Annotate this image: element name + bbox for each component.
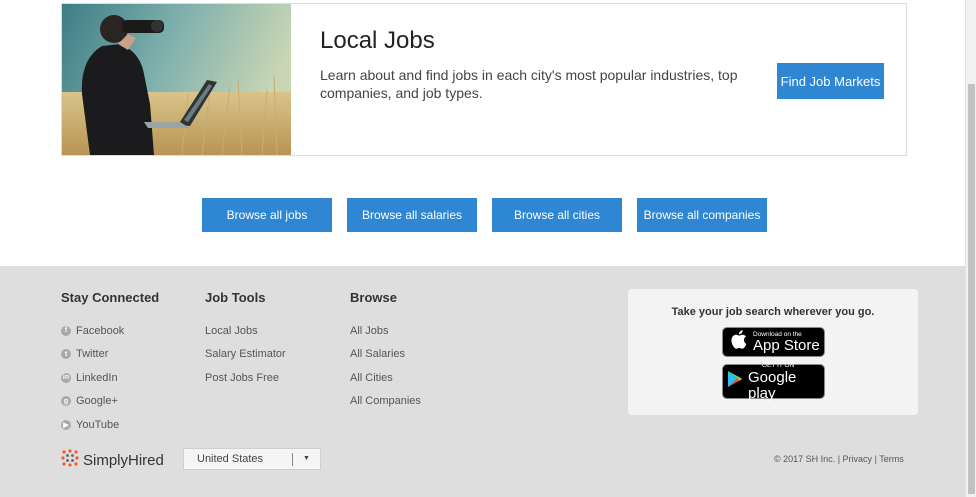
footer-link-twitter[interactable]: t Twitter: [61, 343, 159, 367]
youtube-icon: ▶: [61, 419, 71, 430]
caret-down-icon: ▼: [303, 455, 310, 462]
linkedin-icon: in: [61, 372, 71, 383]
browse-all-salaries-button[interactable]: Browse all salaries: [347, 198, 477, 232]
simplyhired-logo-icon: [61, 449, 79, 472]
businessman-binoculars-image: [62, 4, 291, 155]
select-divider: [292, 453, 293, 466]
browse-buttons: Browse all jobs Browse all salaries Brow…: [202, 198, 767, 232]
app-store-badge[interactable]: Download on the App Store: [722, 327, 825, 357]
google-play-icon: [727, 370, 743, 393]
twitter-icon: t: [61, 349, 71, 360]
find-job-markets-button[interactable]: Find Job Markets: [777, 63, 884, 99]
footer: Stay Connected f Facebook t Twitter in Link…: [0, 266, 965, 497]
footer-link-youtube[interactable]: ▶ YouTube: [61, 413, 159, 437]
browse-column: Browse All Jobs All Salaries All Cities …: [350, 290, 421, 413]
footer-link-local-jobs[interactable]: Local Jobs: [205, 319, 286, 343]
terms-link[interactable]: Terms: [879, 454, 904, 464]
country-select[interactable]: United States ▼: [183, 448, 321, 470]
mobile-apps-box: Take your job search wherever you go. Do…: [628, 289, 918, 415]
browse-all-companies-button[interactable]: Browse all companies: [637, 198, 767, 232]
footer-link-googleplus[interactable]: g Google+: [61, 390, 159, 414]
apps-tagline: Take your job search wherever you go.: [671, 306, 875, 318]
footer-link-facebook[interactable]: f Facebook: [61, 319, 159, 343]
country-select-value: United States: [197, 453, 264, 465]
footer-link-all-salaries[interactable]: All Salaries: [350, 343, 421, 367]
privacy-link[interactable]: Privacy: [843, 454, 873, 464]
footer-link-salary-estimator[interactable]: Salary Estimator: [205, 343, 286, 367]
browse-all-cities-button[interactable]: Browse all cities: [492, 198, 622, 232]
job-tools-heading: Job Tools: [205, 290, 266, 305]
google-play-badge[interactable]: GET IT ON Google play: [722, 362, 825, 401]
copyright-text: © 2017 SH Inc.: [774, 454, 836, 464]
google-plus-icon: g: [61, 396, 71, 407]
footer-link-linkedin[interactable]: in LinkedIn: [61, 366, 159, 390]
local-jobs-card: Local Jobs Learn about and find jobs in …: [61, 3, 907, 156]
footer-link-all-cities[interactable]: All Cities: [350, 366, 421, 390]
apple-icon: [731, 330, 747, 354]
footer-link-all-jobs[interactable]: All Jobs: [350, 319, 421, 343]
scrollbar-thumb[interactable]: [968, 84, 975, 494]
stay-connected-heading: Stay Connected: [61, 290, 160, 305]
legal-links: © 2017 SH Inc. | Privacy | Terms: [774, 454, 904, 464]
facebook-icon: f: [61, 325, 71, 336]
stay-connected-column: Stay Connected f Facebook t Twitter in Link…: [61, 290, 159, 437]
page-scrollbar[interactable]: [965, 0, 976, 497]
browse-heading: Browse: [350, 290, 397, 305]
job-tools-column: Job Tools Local Jobs Salary Estimator Po…: [205, 290, 286, 390]
local-jobs-description: Learn about and find jobs in each city's…: [320, 67, 738, 101]
simplyhired-logo[interactable]: SimplyHired: [61, 449, 164, 472]
footer-link-all-companies[interactable]: All Companies: [350, 390, 421, 414]
footer-link-post-jobs-free[interactable]: Post Jobs Free: [205, 366, 286, 390]
browse-all-jobs-button[interactable]: Browse all jobs: [202, 198, 332, 232]
page-title: Local Jobs: [320, 27, 435, 54]
